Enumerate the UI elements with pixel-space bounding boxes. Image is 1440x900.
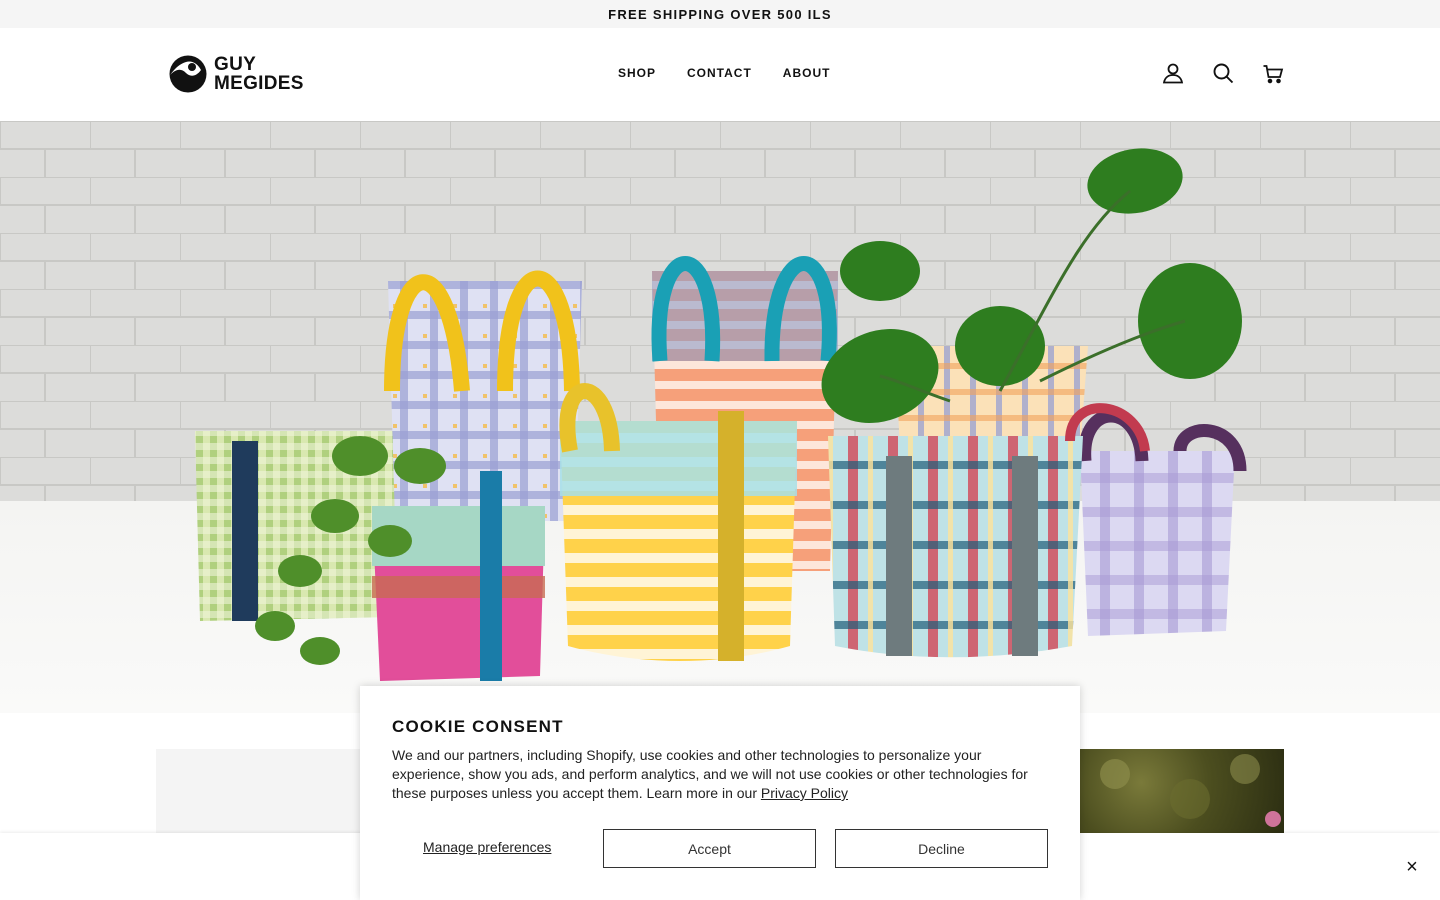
announcement-text: FREE SHIPPING OVER 500 ILS [608,6,832,22]
search-icon[interactable] [1212,62,1234,84]
decline-button[interactable]: Decline [835,829,1048,868]
nav-shop[interactable]: SHOP [618,66,656,80]
cookie-title: COOKIE CONSENT [392,717,564,736]
manage-preferences-link[interactable]: Manage preferences [423,839,551,855]
privacy-policy-link[interactable]: Privacy Policy [761,785,848,801]
cart-icon[interactable] [1262,62,1284,84]
logo-line-2: MEGIDES [214,73,304,94]
accept-button[interactable]: Accept [603,829,816,868]
cookie-actions: Manage preferences Accept Decline [392,829,1048,868]
hero-image [0,121,1440,713]
announcement-bar: FREE SHIPPING OVER 500 ILS [0,0,1440,28]
logo-mark-icon [169,55,207,93]
content-block-right-image [1080,749,1284,833]
nav-contact[interactable]: CONTACT [687,66,752,80]
site-header: GUY MEGIDES SHOP CONTACT ABOUT [0,28,1440,121]
account-icon[interactable] [1162,62,1184,84]
cookie-body: We and our partners, including Shopify, … [392,746,1042,803]
content-block-left [156,749,376,833]
cookie-body-text: We and our partners, including Shopify, … [392,747,1028,801]
header-icons [1162,62,1284,84]
logo-line-1: GUY [214,54,257,75]
hero-illustration [0,121,1440,713]
close-icon[interactable]: × [1402,857,1422,877]
logo[interactable]: GUY MEGIDES [168,54,304,94]
nav-about[interactable]: ABOUT [783,66,831,80]
cookie-consent-dialog: COOKIE CONSENT We and our partners, incl… [360,686,1080,900]
main-nav: SHOP CONTACT ABOUT [618,66,830,80]
